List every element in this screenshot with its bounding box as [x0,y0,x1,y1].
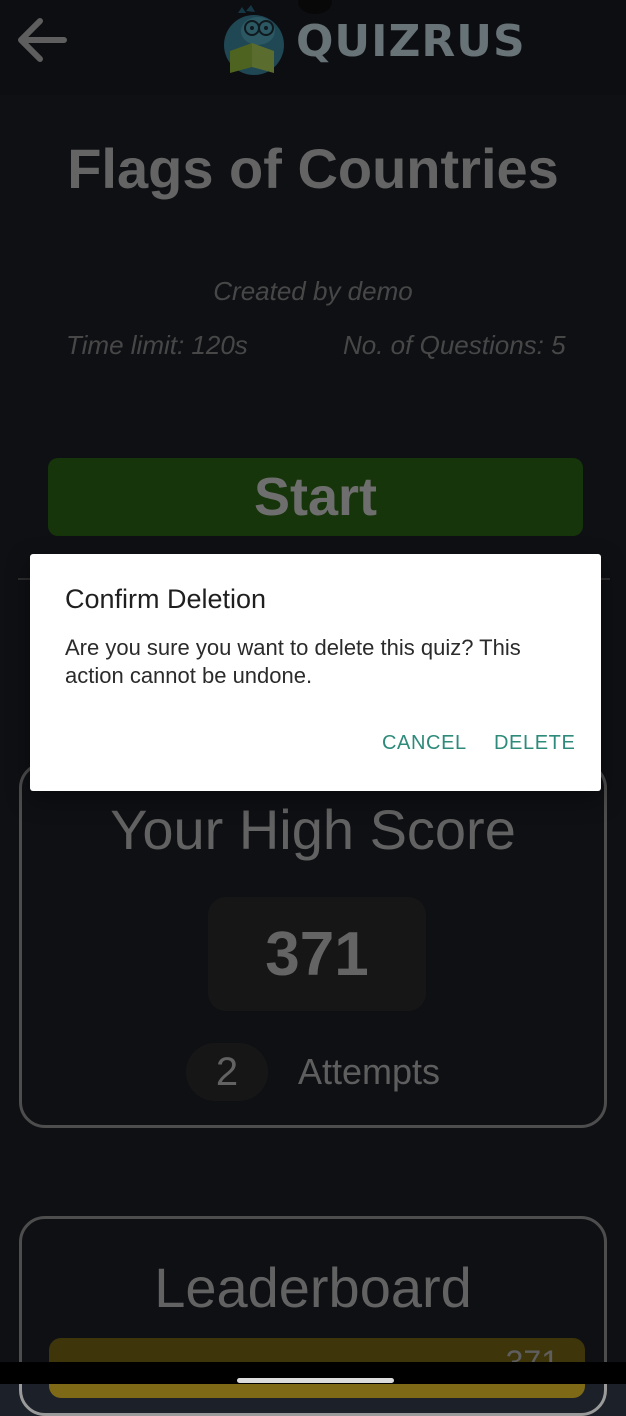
home-indicator[interactable] [237,1378,394,1383]
delete-button[interactable]: DELETE [494,732,575,755]
cancel-button[interactable]: CANCEL [382,732,467,755]
confirm-deletion-dialog: Confirm Deletion Are you sure you want t… [30,554,601,791]
dialog-message: Are you sure you want to delete this qui… [65,635,521,688]
dialog-title: Confirm Deletion [65,584,267,614]
